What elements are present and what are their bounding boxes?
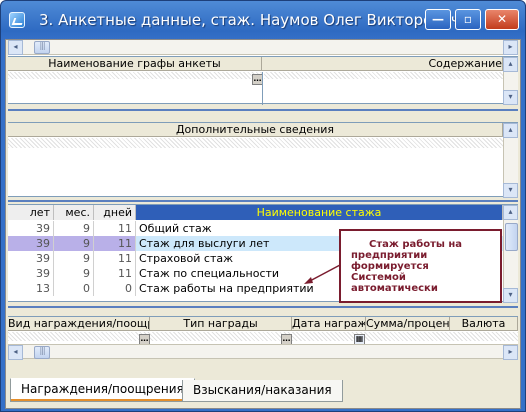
cell-years: 39 [8,221,54,236]
additional-info-header: Дополнительные сведения [8,123,503,137]
col-header-amount[interactable]: Сумма/процент [366,317,450,331]
callout-line: формируется [351,261,429,272]
callout-line: Системой [351,272,406,283]
cell-days: 11 [94,266,136,281]
tab-penalties[interactable]: Взыскания/наказания [182,380,343,402]
scroll-down-icon[interactable]: ▾ [503,288,518,303]
scroll-left-icon[interactable]: ◂ [8,40,23,55]
splitter[interactable] [8,306,518,308]
scroll-thumb[interactable] [34,346,50,359]
cell-days: 11 [94,236,136,251]
minimize-button[interactable]: — [425,9,451,30]
splitter[interactable] [8,200,518,202]
top-scroll-panel: ◂ ▸ [8,40,518,56]
cell-days: 11 [94,221,136,236]
vertical-scrollbar[interactable]: ▴ ▾ [503,57,518,105]
cell-years: 39 [8,236,54,251]
scroll-up-icon[interactable]: ▴ [503,123,518,138]
scroll-left-icon[interactable]: ◂ [8,345,23,360]
col-header-award-kind[interactable]: Вид награждения/поощрения [8,317,150,331]
cell-days: 11 [94,251,136,266]
cell-years: 39 [8,251,54,266]
scroll-right-icon[interactable]: ▸ [503,345,518,360]
scroll-up-icon[interactable]: ▴ [503,205,518,220]
scroll-thumb[interactable] [505,223,518,251]
awards-grid[interactable]: Вид награждения/поощрения Тип награды Да… [8,316,518,360]
cell-months: 9 [54,266,94,281]
grid-pattern [8,332,518,341]
col-header-currency[interactable]: Валюта [450,317,518,331]
scroll-right-icon[interactable]: ▸ [503,40,518,55]
cell-months: 9 [54,236,94,251]
title-bar[interactable]: 3. Анкетные данные, стаж. Наумов Олег Ви… [1,1,525,39]
vertical-scrollbar-additional[interactable]: ▴ ▾ [503,123,518,198]
col-header-stazh-name[interactable]: Наименование стажа [136,205,503,220]
additional-info-panel[interactable]: Дополнительные сведения ▴ ▾ [8,122,518,198]
questionnaire-grid[interactable]: Наименование графы анкеты Содержание … ▴… [8,56,518,105]
horizontal-scrollbar[interactable]: ◂ ▸ [8,40,518,55]
callout-line: предприятии [351,250,428,261]
scroll-down-icon[interactable]: ▾ [503,90,518,105]
scroll-down-icon[interactable]: ▾ [503,183,518,198]
cell-days: 0 [94,281,136,296]
scroll-thumb[interactable] [34,41,50,54]
splitter[interactable] [8,109,518,111]
column-divider [262,72,263,105]
horizontal-scrollbar-awards[interactable]: ◂ ▸ [8,344,518,360]
col-header-award-type[interactable]: Тип награды [150,317,292,331]
callout-line: автоматически [351,283,438,294]
col-header-days[interactable]: дней [94,205,136,220]
cell-years: 39 [8,266,54,281]
callout-line: Стаж работы на [369,239,463,250]
cell-months: 9 [54,221,94,236]
grid-pattern [8,138,503,148]
vertical-scrollbar-stazh[interactable]: ▴ ▾ [503,205,518,303]
window-client: ◂ ▸ Наименование графы анкеты Содержание… [5,39,521,409]
col-header-months[interactable]: мес. [54,205,94,220]
window-title: 3. Анкетные данные, стаж. Наумов Олег Ви… [39,11,460,29]
grid-pattern [8,72,262,79]
col-header-years[interactable]: лет [8,205,54,220]
cell-years: 13 [8,281,54,296]
col-header-award-date[interactable]: Дата награждения [292,317,366,331]
grid-pattern [264,72,503,79]
tab-awards[interactable]: Награждения/поощрения [10,378,195,402]
bottom-tabs: Награждения/поощрения Взыскания/наказани… [8,378,518,404]
annotation-callout: Стаж работы на предприятии формируется С… [339,229,502,303]
col-header-content-label: Содержание [428,57,502,70]
col-header-content[interactable]: Содержание [262,57,503,71]
app-icon [9,12,25,28]
col-header-field-name[interactable]: Наименование графы анкеты [8,57,262,71]
scroll-up-icon[interactable]: ▴ [503,57,518,72]
cell-months: 9 [54,251,94,266]
close-button[interactable]: ✕ [485,9,519,30]
app-window: 3. Анкетные данные, стаж. Наумов Олег Ви… [0,0,526,412]
maximize-button[interactable]: ▫ [455,9,481,30]
cell-months: 0 [54,281,94,296]
